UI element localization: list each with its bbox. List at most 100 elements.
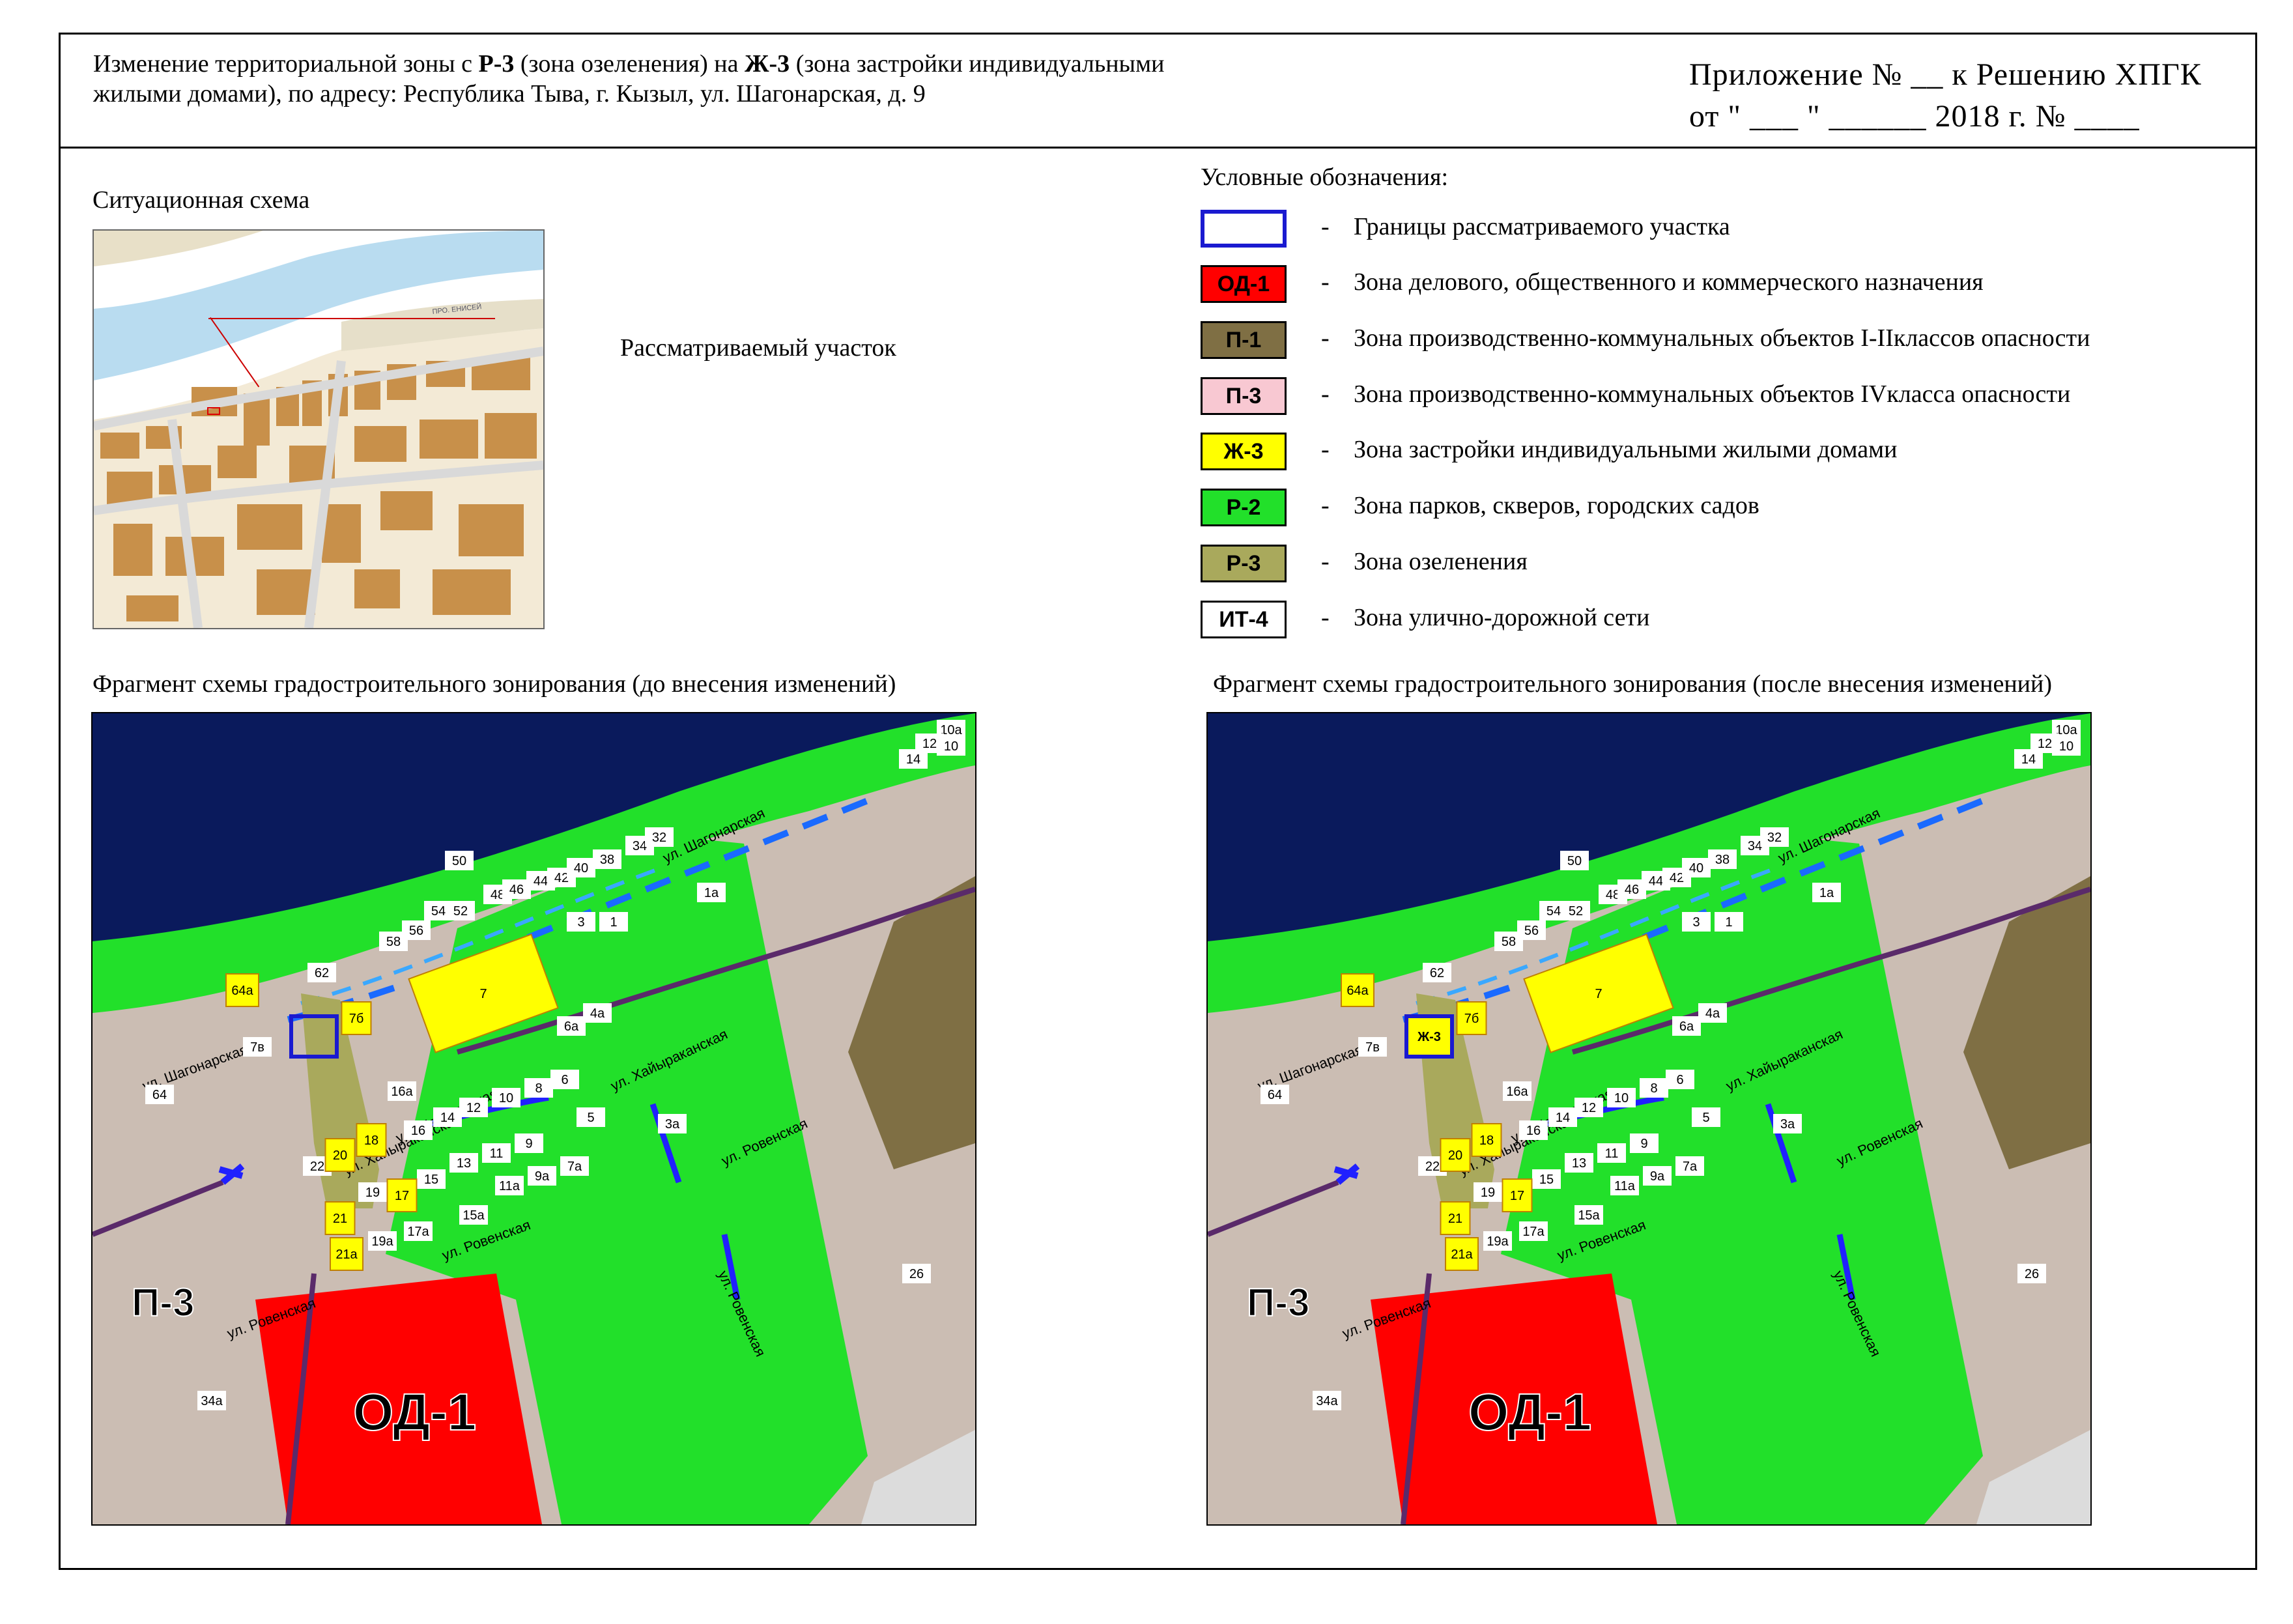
plot-number: 17а: [1522, 1225, 1545, 1239]
title-block: Изменение территориальной зоны с Р-3 (зо…: [61, 35, 2255, 149]
plot-number: 3: [1692, 915, 1700, 930]
legend-swatch: П-3: [1201, 377, 1287, 415]
legend-swatch: Ж-3: [1201, 433, 1287, 470]
zone-label-od1: ОД-1: [1468, 1383, 1591, 1441]
plot-number: 20: [1448, 1148, 1462, 1163]
plot-number: 6: [1676, 1073, 1683, 1087]
map-before-title: Фрагмент схемы градостроительного зониро…: [93, 670, 896, 698]
plot-number: 10: [499, 1091, 513, 1105]
plot-number: 16: [411, 1124, 425, 1138]
plot-number: 16а: [1506, 1085, 1528, 1099]
site-pointer-line: [208, 318, 495, 319]
plot-number: 18: [1479, 1133, 1494, 1148]
plot-number: 21: [1448, 1212, 1462, 1226]
legend-dash: -: [1321, 324, 1330, 352]
plot-number: 6: [561, 1073, 568, 1087]
plot-number: 32: [1767, 831, 1782, 845]
plot-number: 50: [452, 854, 466, 868]
plot-number: 62: [315, 966, 329, 980]
plot-number: 13: [1572, 1156, 1586, 1171]
plot-number: 19: [1481, 1186, 1495, 1200]
plot-number: 7а: [567, 1160, 582, 1174]
plot-number: 12: [1582, 1101, 1596, 1115]
legend-item: ИТ-4 - Зона улично-дорожной сети: [1201, 601, 2230, 641]
plot-number: 58: [386, 935, 401, 949]
plot-number: 58: [1502, 935, 1516, 949]
plot-number: 12: [2038, 737, 2052, 751]
legend-swatch: ОД-1: [1201, 265, 1287, 303]
plot-number: 7а: [1683, 1160, 1698, 1174]
plot-number: 5: [587, 1111, 594, 1125]
plot-number: 14: [440, 1111, 455, 1125]
plot-number: 7в: [250, 1040, 264, 1055]
legend-text: Границы рассматриваемого участка: [1354, 213, 1730, 240]
plot-number: 13: [457, 1156, 471, 1171]
plot-number: 9: [1640, 1137, 1647, 1151]
situation-map: ПРО. ЕНИСЕЙ: [93, 229, 545, 629]
plot-number: 50: [1567, 854, 1582, 868]
plot-number: 38: [1715, 853, 1730, 867]
legend-text: Зона озеленения: [1354, 548, 1528, 575]
legend-dash: -: [1321, 604, 1330, 631]
legend-text: Зона производственно-коммунальных объект…: [1354, 324, 2090, 352]
legend-swatch: П-1: [1201, 321, 1287, 359]
plot-number: 4а: [590, 1006, 605, 1021]
to-zone-code: Ж-3: [744, 50, 790, 78]
plot-number: 5: [1702, 1111, 1709, 1125]
plot-number: 19а: [371, 1234, 393, 1249]
plot-number: 7в: [1365, 1040, 1380, 1055]
legend-swatch: ИТ-4: [1201, 601, 1287, 638]
plot-number: 16: [1526, 1124, 1541, 1138]
plot-number: 7: [1595, 987, 1602, 1001]
plot-number: 22: [310, 1160, 324, 1174]
legend-swatch: [1201, 210, 1287, 248]
from-zone-code: Р-3: [478, 50, 515, 78]
plot-number: 56: [409, 924, 423, 938]
plot-number: 10: [944, 739, 958, 754]
plot-number: 34а: [201, 1394, 223, 1408]
plot-number: 20: [333, 1148, 347, 1163]
plot-number: 6а: [1679, 1019, 1694, 1034]
plot-number: 12: [466, 1101, 481, 1115]
plot-number: 3а: [1780, 1117, 1795, 1132]
site-pointer-label: Рассматриваемый участок: [620, 334, 896, 362]
plot-number: 17: [1510, 1189, 1524, 1203]
plot-number: 15: [424, 1173, 438, 1187]
plot-number: 32: [652, 831, 666, 845]
plot-number: 14: [1556, 1111, 1570, 1125]
plot-number: 64: [152, 1088, 167, 1102]
legend-title: Условные обозначения:: [1201, 164, 1449, 191]
zoning-map-before: П-3 ОД-1 ул. Шагонарская ул. Шагонарская ул.…: [91, 712, 976, 1526]
plot-number: 26: [2025, 1267, 2039, 1281]
plot-number: 34: [633, 839, 647, 853]
plot-number: 14: [906, 752, 920, 767]
legend-dash: -: [1321, 436, 1330, 463]
legend-dash: -: [1321, 548, 1330, 575]
zone-label-p3: П-3: [1247, 1281, 1309, 1324]
zone-label-od1: ОД-1: [353, 1383, 476, 1441]
plot-number: 18: [364, 1133, 378, 1148]
legend-text: Зона застройки индивидуальными жилыми до…: [1354, 436, 1898, 463]
legend-item: Р-3 - Зона озеленения: [1201, 545, 2230, 585]
plot-number: 64а: [1346, 984, 1369, 998]
plot-number: 12: [922, 737, 937, 751]
plot-number: 64а: [231, 984, 253, 998]
plot-number: 11: [1605, 1147, 1619, 1161]
plot-number: 14: [2021, 752, 2036, 767]
plot-number: 21а: [1451, 1247, 1473, 1262]
plot-number: 15а: [463, 1208, 485, 1223]
legend-item: П-1 - Зона производственно-коммунальных об…: [1201, 321, 2230, 362]
plot-number: 7б: [1464, 1012, 1479, 1026]
legend-text: Зона делового, общественного и коммерчес…: [1354, 268, 1984, 296]
plot-number: 56: [1524, 924, 1539, 938]
plot-number: 10: [2059, 739, 2073, 754]
plot-number: 8: [1650, 1081, 1657, 1096]
legend-item: Р-2 - Зона парков, скверов, городских садо…: [1201, 489, 2230, 529]
plot-number: 4а: [1705, 1006, 1720, 1021]
plot-number: 40: [1689, 861, 1703, 876]
plot-number: 1а: [704, 886, 719, 900]
plot-number: 7б: [349, 1012, 364, 1026]
legend-dash: -: [1321, 268, 1330, 296]
plot-number: 34а: [1316, 1394, 1338, 1408]
plot-number: 64: [1268, 1088, 1282, 1102]
